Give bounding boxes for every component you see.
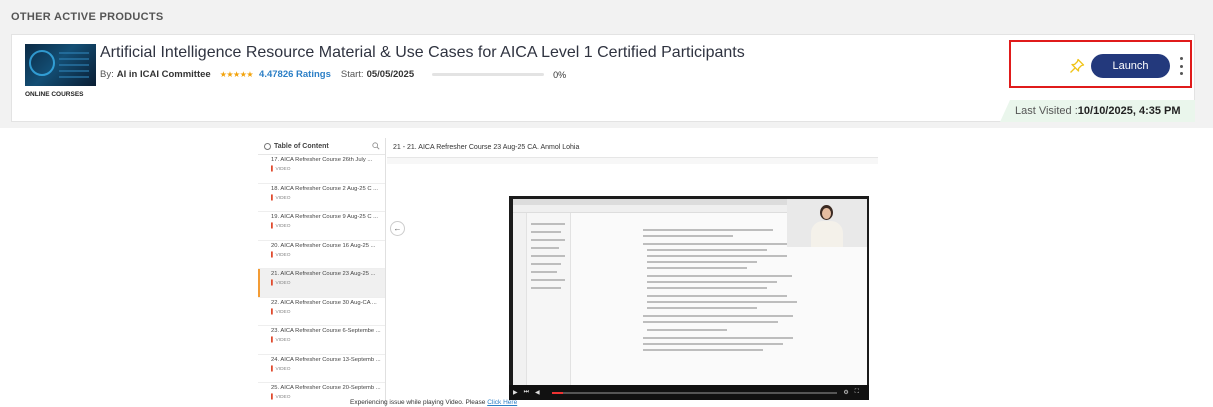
toc-item-title: 21. AICA Refresher Course 23 Aug-25 ... [271,271,376,277]
settings-icon[interactable]: ⚙ [843,389,848,396]
table-of-content: Table of Content 17. AICA Refresher Cour… [258,138,386,407]
video-player[interactable]: ▶ ⏭ ◀ ⚙ ⛶ [509,196,869,400]
section-heading: OTHER ACTIVE PRODUCTS [11,11,164,23]
toc-item[interactable]: 20. AICA Refresher Course 16 Aug-25 ... V… [258,241,385,269]
course-viewer: Table of Content 17. AICA Refresher Cour… [258,138,878,407]
toc-list: 17. AICA Refresher Course 26th July ... V… [258,155,385,407]
toc-item[interactable]: 22. AICA Refresher Course 30 Aug-CA ... V… [258,298,385,326]
toc-item-title: 22. AICA Refresher Course 30 Aug-CA ... [271,299,377,306]
toc-item-title: 17. AICA Refresher Course 26th July ... [271,157,373,163]
rating-text: 4.47826 Ratings [259,69,331,80]
content-subbar [387,158,878,164]
toc-item-type: VIDEO [271,252,385,258]
play-icon[interactable]: ▶ [513,389,518,396]
last-visited-label: Last Visited : [1015,105,1078,117]
thumbnail-label: ONLINE COURSES [25,91,84,98]
toc-item[interactable]: 17. AICA Refresher Course 26th July ... V… [258,155,385,184]
content-title: 21 - 21. AICA Refresher Course 23 Aug-25… [387,138,878,158]
progress-percent: 0% [553,69,567,80]
toc-item-type: VIDEO [271,309,385,315]
toc-item-type: VIDEO [271,195,385,201]
toc-item[interactable]: 24. AICA Refresher Course 13-Septemb ...… [258,355,385,383]
clock-icon [264,142,271,150]
rating-stars-icon: ★★★★★ [219,70,254,79]
toc-item-type: VIDEO [271,366,385,372]
search-icon[interactable] [372,142,380,150]
previous-arrow-icon[interactable]: ← [390,221,405,236]
by-label: By: [100,69,114,80]
last-visited: Last Visited : 10/10/2025, 4:35 PM [1000,100,1195,122]
start-label: Start: [340,69,364,80]
launch-button[interactable]: Launch [1091,54,1170,78]
toc-header: Table of Content [258,138,385,155]
toc-item[interactable]: 23. AICA Refresher Course 6-Septembe ...… [258,326,385,355]
page: OTHER ACTIVE PRODUCTS ONLINE COURSES Art… [0,0,1213,407]
video-issue-notice: Experiencing issue while playing Video. … [350,399,517,406]
progress-bar [432,73,545,76]
toc-item-type: VIDEO [271,337,385,343]
toc-title: Table of Content [274,142,329,150]
course-thumbnail[interactable] [25,44,96,86]
skip-icon[interactable]: ⏭ [524,389,529,396]
toc-item-type: VIDEO [271,223,385,229]
video-controls[interactable]: ▶ ⏭ ◀ ⚙ ⛶ [509,385,869,400]
start-date: 05/05/2025 [366,69,415,80]
last-visited-value: 10/10/2025, 4:35 PM [1077,105,1181,117]
toc-item[interactable]: 21. AICA Refresher Course 23 Aug-25 ... V… [258,269,385,298]
fullscreen-icon[interactable]: ⛶ [855,389,859,396]
content-area: 21 - 21. AICA Refresher Course 23 Aug-25… [387,138,878,407]
toc-item-title: 24. AICA Refresher Course 13-Septemb ... [271,356,381,363]
volume-icon[interactable]: ◀ [535,389,540,396]
click-here-link[interactable]: Click Here [487,399,517,406]
issue-text: Experiencing issue while playing Video. … [350,399,486,406]
video-seek-bar[interactable] [551,391,838,394]
course-title[interactable]: Artificial Intelligence Resource Materia… [100,44,745,62]
toc-item-title: 25. AICA Refresher Course 20-Septemb ... [271,385,381,391]
author-name: AI in ICAI Committee [116,69,211,80]
toc-item[interactable]: 18. AICA Refresher Course 2 Aug-25 C ...… [258,184,385,212]
presenter-webcam [787,199,867,247]
course-meta: By: AI in ICAI Committee ★★★★★ 4.47826 R… [100,69,566,80]
toc-item-title: 18. AICA Refresher Course 2 Aug-25 C ... [271,185,378,192]
toc-item[interactable]: 19. AICA Refresher Course 9 Aug-25 C ...… [258,212,385,241]
pin-icon[interactable] [1069,58,1085,74]
toc-item-title: 23. AICA Refresher Course 6-Septembe ... [271,328,381,334]
toc-item-title: 20. AICA Refresher Course 16 Aug-25 ... [271,242,376,249]
toc-item-type: VIDEO [271,280,385,286]
more-options-icon[interactable] [1179,57,1183,75]
toc-item-title: 19. AICA Refresher Course 9 Aug-25 C ... [271,214,378,220]
toc-item-type: VIDEO [271,166,385,172]
